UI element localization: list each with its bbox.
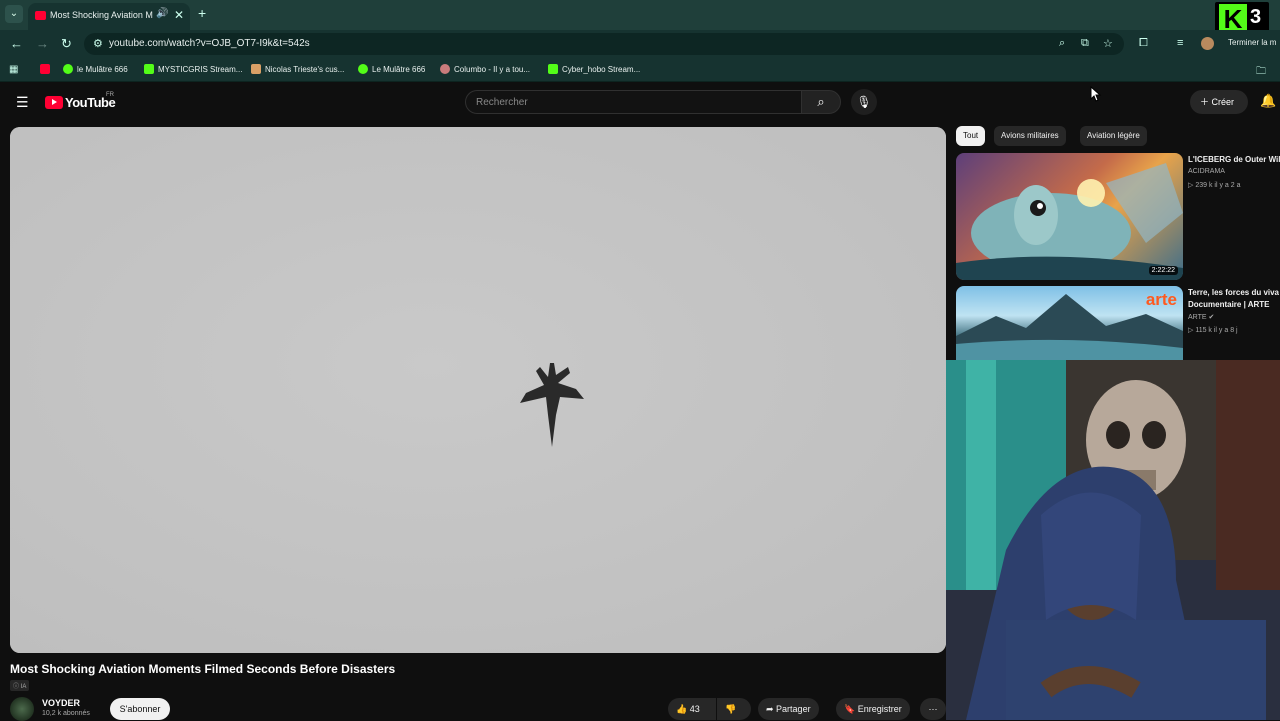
fighter-jet-silhouette: [520, 363, 584, 447]
browser-toolbar: ← → ↻ ⚙ youtube.com/watch?v=OJB_OT7-I9k&…: [0, 30, 1280, 58]
reload-icon[interactable]: ↻: [61, 36, 72, 52]
close-tab-icon[interactable]: ✕: [174, 8, 184, 22]
speaker-icon[interactable]: 🔊: [156, 8, 168, 19]
recommendation-thumbnail[interactable]: 2:22:22: [956, 153, 1183, 280]
recommendation-title-line2[interactable]: Documentaire | ARTE: [1188, 299, 1270, 311]
apps-grid-icon[interactable]: ▦: [9, 64, 18, 75]
channel-avatar[interactable]: [10, 697, 34, 721]
webcam-scene: [946, 360, 1280, 720]
share-button[interactable]: ➦ Partager: [758, 698, 819, 720]
kick-play-icon: [358, 64, 368, 74]
recommendation-title[interactable]: Terre, les forces du viva: [1188, 287, 1279, 299]
mouse-cursor-icon: [1090, 86, 1102, 102]
channel-name[interactable]: VOYDER: [42, 698, 80, 708]
kick-play-icon: [63, 64, 73, 74]
dislike-button[interactable]: 👎: [717, 698, 751, 720]
recommendation-channel[interactable]: ARTE ✔: [1188, 313, 1214, 321]
media-control-icon[interactable]: ≡: [1177, 37, 1183, 49]
kick-icon: [548, 64, 558, 74]
bookmark-item[interactable]: le Mulâtre 666: [63, 64, 128, 74]
search-icon: ⌕: [817, 94, 825, 109]
recommendation-title[interactable]: L'ICEBERG de Outer Wil: [1188, 154, 1280, 166]
recommendation-meta: ▷ 239 k il y a 2 a: [1188, 182, 1241, 189]
search-input[interactable]: Rechercher: [465, 90, 801, 114]
region-label: FR: [106, 92, 114, 98]
video-frame: [10, 127, 946, 653]
bookmark-item[interactable]: Cyber_hobo Stream...: [548, 64, 640, 74]
video-duration: 2:22:22: [1148, 266, 1178, 275]
more-actions-button[interactable]: ⋯: [920, 698, 946, 720]
back-icon[interactable]: ←: [10, 36, 23, 51]
search-button[interactable]: ⌕: [801, 90, 841, 114]
voice-search-button[interactable]: 🎙: [851, 89, 877, 115]
site-info-icon[interactable]: ⚙: [93, 37, 103, 50]
bookmark-item[interactable]: MYSTICGRIS Stream...: [144, 64, 242, 74]
forward-icon[interactable]: →: [36, 36, 49, 51]
subscriber-count: 10,2 k abonnés: [42, 710, 90, 717]
like-button[interactable]: 👍 43: [668, 698, 716, 720]
url-text[interactable]: youtube.com/watch?v=OJB_OT7-I9k&t=542s: [109, 38, 310, 49]
bookmark-item[interactable]: Le Mulâtre 666: [358, 64, 425, 74]
bookmarks-bar: ▦ le Mulâtre 666 MYSTICGRIS Stream... Ni…: [0, 58, 1280, 82]
tab-search-button[interactable]: ⌄: [5, 5, 23, 23]
more-icon: ⋯: [928, 704, 938, 714]
bookmark-item[interactable]: Nicolas Trieste's cus...: [251, 64, 344, 74]
video-title: Most Shocking Aviation Moments Filmed Se…: [10, 662, 396, 676]
iceberg-creature-artwork: [956, 163, 1183, 280]
bookmark-item[interactable]: Columbo - Il y a tou...: [440, 64, 530, 74]
share-icon: ➦: [766, 704, 777, 714]
new-tab-button[interactable]: +: [198, 5, 206, 21]
info-icon: ⓘ: [13, 684, 21, 690]
chip-military-aircraft[interactable]: Avions militaires: [994, 126, 1066, 146]
chip-light-aviation[interactable]: Aviation légère: [1080, 126, 1147, 146]
kick-icon: [144, 64, 154, 74]
address-bar[interactable]: ⚙ youtube.com/watch?v=OJB_OT7-I9k&t=542s…: [84, 33, 1124, 55]
youtube-play-icon: [45, 96, 63, 110]
youtube-logo[interactable]: YouTube: [45, 94, 116, 112]
recommendation-meta: ▷ 115 k il y a 8 j: [1188, 327, 1238, 334]
verified-icon: ✔: [1206, 314, 1215, 321]
chip-all[interactable]: Tout: [956, 126, 986, 146]
tab-title: Most Shocking Aviation M: [50, 10, 153, 20]
profile-avatar[interactable]: [1201, 37, 1214, 50]
finish-update-button[interactable]: Terminer la m: [1228, 38, 1276, 47]
microphone-icon: 🎙: [856, 95, 872, 109]
streamer-webcam-overlay: [946, 360, 1280, 720]
menu-icon[interactable]: ☰: [16, 94, 29, 111]
youtube-icon: [40, 64, 50, 74]
folder-icon[interactable]: 🗀: [1256, 64, 1266, 81]
kick-badge: 3: [1250, 6, 1262, 28]
bookmark-star-icon[interactable]: ☆: [1103, 37, 1113, 50]
columbo-icon: [440, 64, 450, 74]
arte-logo: arte: [1145, 290, 1177, 309]
plus-icon: ＋: [1200, 97, 1212, 107]
youtube-header: ☰ YouTube FR Rechercher ⌕ 🎙 ＋ Créer 🔔: [0, 82, 1280, 122]
extensions-icon[interactable]: ⧠: [1139, 37, 1148, 50]
thumbs-up-icon: 👍: [676, 704, 690, 714]
youtube-favicon-icon: [35, 11, 46, 20]
ai-badge: ⓘ IA: [10, 680, 30, 691]
notifications-bell-icon[interactable]: 🔔: [1260, 93, 1276, 109]
recommendation-thumbnail[interactable]: arte: [956, 286, 1183, 360]
create-button[interactable]: ＋ Créer: [1190, 90, 1248, 114]
active-tab[interactable]: Most Shocking Aviation M 🔊 ✕: [28, 3, 190, 30]
fox-icon: [251, 64, 261, 74]
browser-tab-bar: ⌄ Most Shocking Aviation M 🔊 ✕ + K 3: [0, 0, 1280, 36]
video-player[interactable]: [10, 127, 946, 653]
search-placeholder: Rechercher: [476, 97, 528, 108]
save-button[interactable]: 🔖 Enregistrer: [836, 698, 910, 720]
install-app-icon[interactable]: ⧉: [1081, 37, 1089, 50]
zoom-icon[interactable]: ⌕: [1059, 37, 1065, 50]
recommendation-channel[interactable]: ACIDRAMA: [1188, 168, 1225, 175]
thumbs-down-icon: 👎: [725, 704, 737, 714]
bookmark-youtube[interactable]: [40, 64, 54, 74]
subscribe-button[interactable]: S'abonner: [110, 698, 170, 720]
bookmark-icon: 🔖: [844, 704, 858, 714]
